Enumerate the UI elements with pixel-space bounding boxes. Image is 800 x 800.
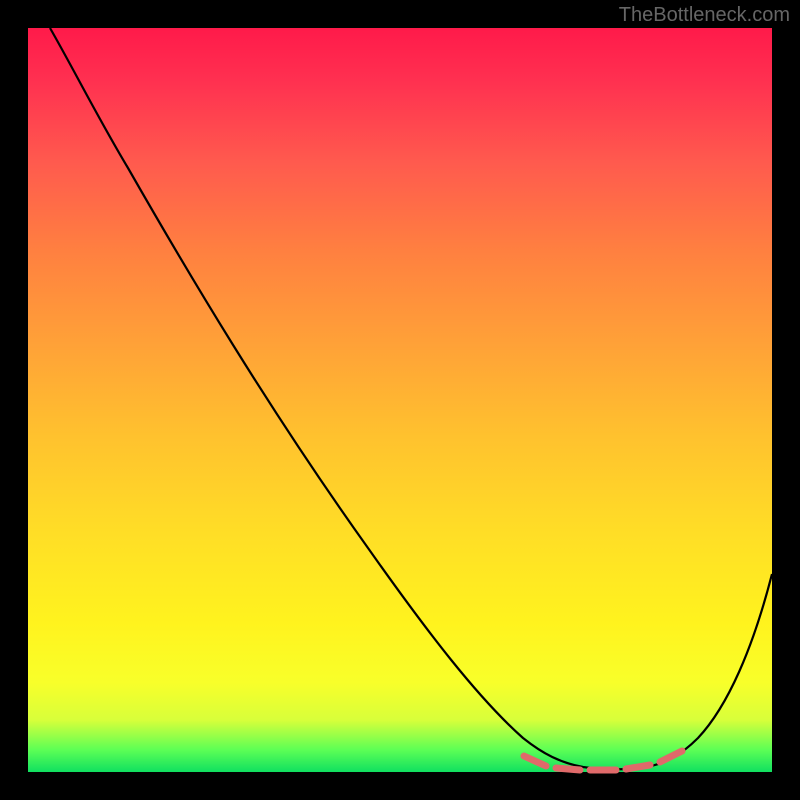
bottleneck-curve [50,28,772,769]
dash-5 [660,751,682,762]
dash-4 [626,765,650,769]
chart-plot-area [28,28,772,772]
dash-2 [556,768,580,770]
watermark-text: TheBottleneck.com [619,4,790,27]
dash-1 [524,756,546,766]
chart-svg [28,28,772,772]
